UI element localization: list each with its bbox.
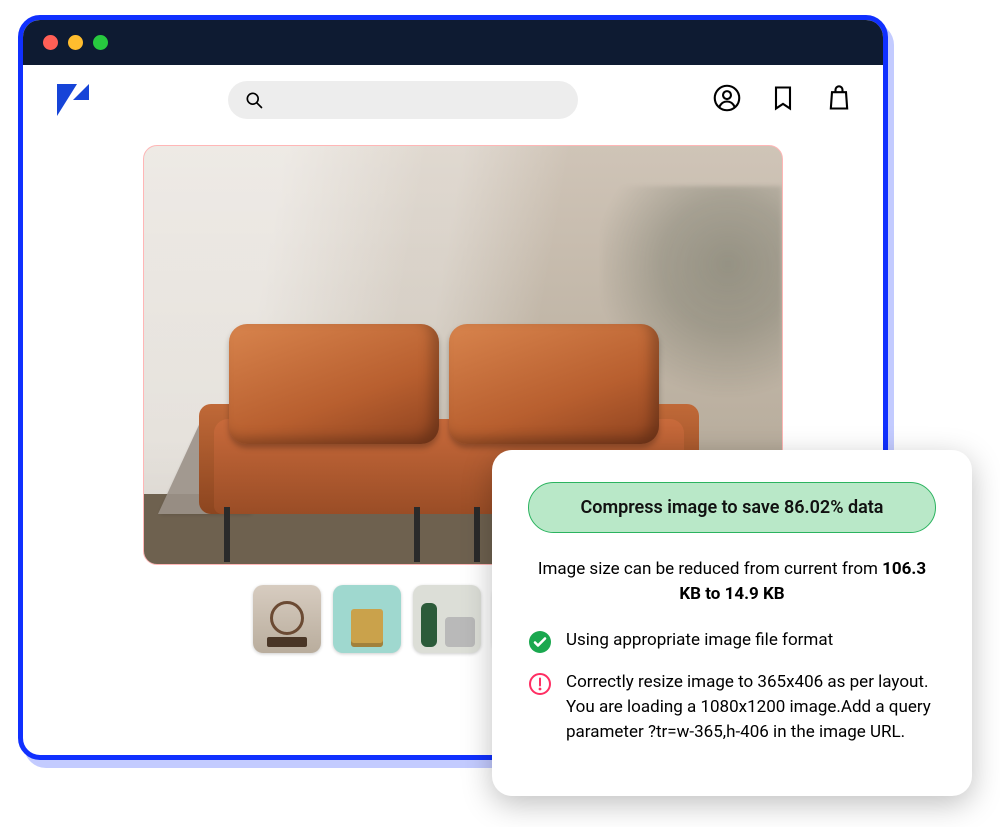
check-item-text: Using appropriate image file format (566, 628, 833, 653)
check-ok-icon (528, 630, 552, 654)
window-title-bar (23, 20, 883, 65)
compress-suggestion-pill[interactable]: Compress image to save 86.02% data (528, 482, 936, 533)
size-reduction-prefix: Image size can be reduced from current f… (538, 559, 882, 579)
account-icon[interactable] (713, 84, 741, 116)
window-minimize-dot[interactable] (68, 35, 83, 50)
check-item-resize: Correctly resize image to 365x406 as per… (528, 670, 936, 744)
window-close-dot[interactable] (43, 35, 58, 50)
site-header (23, 65, 883, 135)
window-maximize-dot[interactable] (93, 35, 108, 50)
search-input[interactable] (228, 81, 578, 119)
check-item-format: Using appropriate image file format (528, 628, 936, 654)
product-thumbnail[interactable] (413, 585, 481, 653)
bookmark-icon[interactable] (769, 84, 797, 116)
size-reduction-text: Image size can be reduced from current f… (528, 557, 936, 606)
warning-icon (528, 672, 552, 696)
product-thumbnail[interactable] (253, 585, 321, 653)
image-analysis-card: Compress image to save 86.02% data Image… (492, 450, 972, 796)
search-icon (244, 90, 264, 110)
shopping-bag-icon[interactable] (825, 84, 853, 116)
site-logo[interactable] (53, 80, 93, 120)
check-item-text: Correctly resize image to 365x406 as per… (566, 670, 936, 744)
product-thumbnail[interactable] (333, 585, 401, 653)
